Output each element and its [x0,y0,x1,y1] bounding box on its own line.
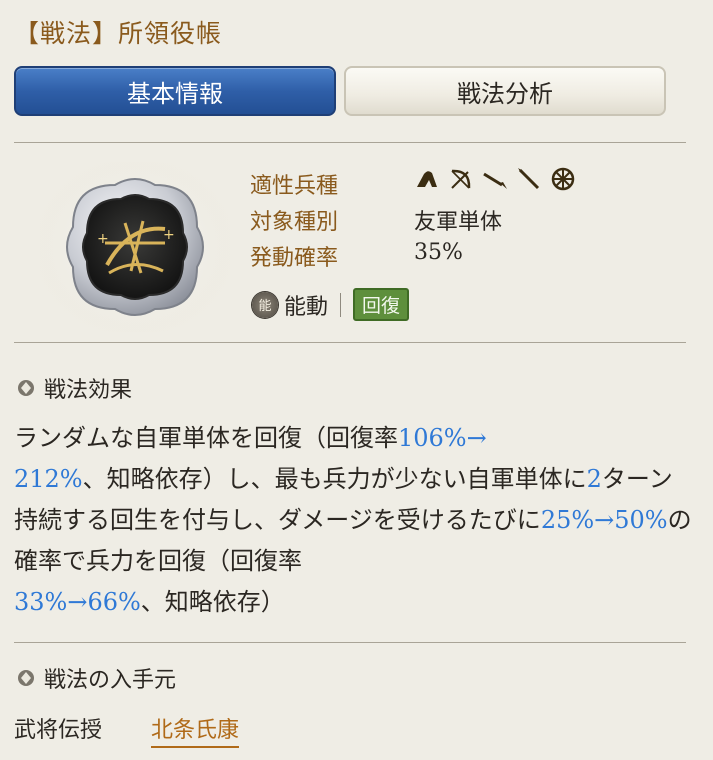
target-type-label: 対象種別 [250,210,339,235]
effect-text: 、知略依存） [140,588,285,616]
skill-tags: 能 能動 回復 [252,288,410,321]
tab-skill-analysis[interactable]: 戦法分析 [344,66,666,116]
effect-text: ランダムな自軍単体を回復（回復率 [14,424,398,452]
effect-value-probability: 25%→50% [540,506,668,534]
unit-type-icons [414,166,576,192]
effect-value-heal-rate-c: 33%→66% [14,588,141,616]
activation-rate-label: 発動確率 [250,246,339,271]
cavalry-icon [414,166,440,192]
effect-section-heading: 戦法効果 [16,372,132,404]
unit-type-label: 適性兵種 [250,174,339,199]
bow-icon [448,166,474,192]
svg-text:+: + [97,231,109,247]
effect-text: 、知略依存）し、最も兵力が少ない自軍単体に [82,465,587,493]
target-type-value: 友軍単体 [414,210,503,235]
effect-value-heal-rate-b: 212% [14,465,83,493]
effect-heading-text: 戦法効果 [44,378,133,403]
activation-rate-value: 35% [414,240,463,265]
page-title: 【戦法】所領役帳 [14,19,223,48]
effect-value-heal-rate-a: 106%→ [398,424,487,452]
effect-value-turns: 2 [586,465,602,493]
general-link[interactable]: 北条氏康 [151,712,240,748]
section-diamond-icon [16,668,36,688]
tab-basic-info[interactable]: 基本情報 [14,66,336,116]
active-type-icon: 能 [252,291,278,318]
category-badge: 回復 [353,288,410,321]
source-method: 武将伝授 [14,718,103,743]
divider-bottom [14,642,686,643]
divider-middle [14,342,686,343]
source-heading-text: 戦法の入手元 [44,668,177,693]
effect-description: ランダムな自軍単体を回復（回復率106%→ 212%、知略依存）し、最も兵力が少… [14,418,694,623]
skill-icon: + + [40,162,230,332]
svg-text:+: + [163,227,175,243]
shield-icon [550,166,576,192]
spear-icon [482,166,508,192]
rifle-icon [516,166,542,192]
divider-top [14,142,686,143]
tab-bar: 基本情報 戦法分析 [14,66,666,118]
section-diamond-icon [16,378,36,398]
source-section-heading: 戦法の入手元 [16,662,176,694]
skill-type-label: 能動 [284,294,329,320]
tag-separator [340,292,342,317]
